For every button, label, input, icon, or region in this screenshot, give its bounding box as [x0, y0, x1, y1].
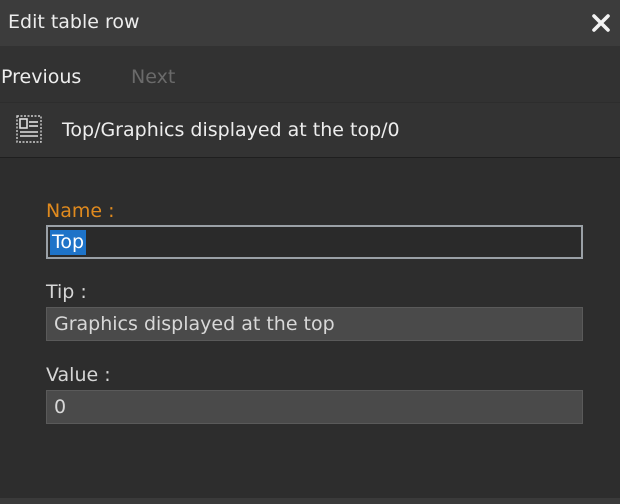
row-navigation: Previous Next [0, 46, 620, 102]
tip-field[interactable]: Graphics displayed at the top [46, 307, 583, 341]
table-row-icon [16, 115, 42, 143]
dialog-titlebar: Edit table row [0, 0, 620, 46]
row-path: Top/Graphics displayed at the top/0 [62, 119, 400, 141]
tip-label: Tip : [46, 281, 87, 303]
value-field[interactable]: 0 [46, 390, 583, 424]
previous-button[interactable]: Previous [1, 66, 81, 88]
edit-table-row-dialog: Edit table row Previous Next Top/Graphic… [0, 0, 620, 504]
name-field[interactable]: Top [46, 225, 583, 259]
next-button[interactable]: Next [131, 66, 175, 88]
name-label: Name : [46, 200, 115, 222]
value-label: Value : [46, 364, 111, 386]
close-icon[interactable] [586, 6, 616, 40]
dialog-title: Edit table row [8, 11, 140, 33]
row-form: Name : Top Tip : Graphics displayed at t… [0, 158, 620, 504]
name-field-value: Top [50, 230, 87, 255]
row-path-bar: Top/Graphics displayed at the top/0 [0, 103, 620, 158]
dialog-bottom-edge [0, 498, 620, 504]
